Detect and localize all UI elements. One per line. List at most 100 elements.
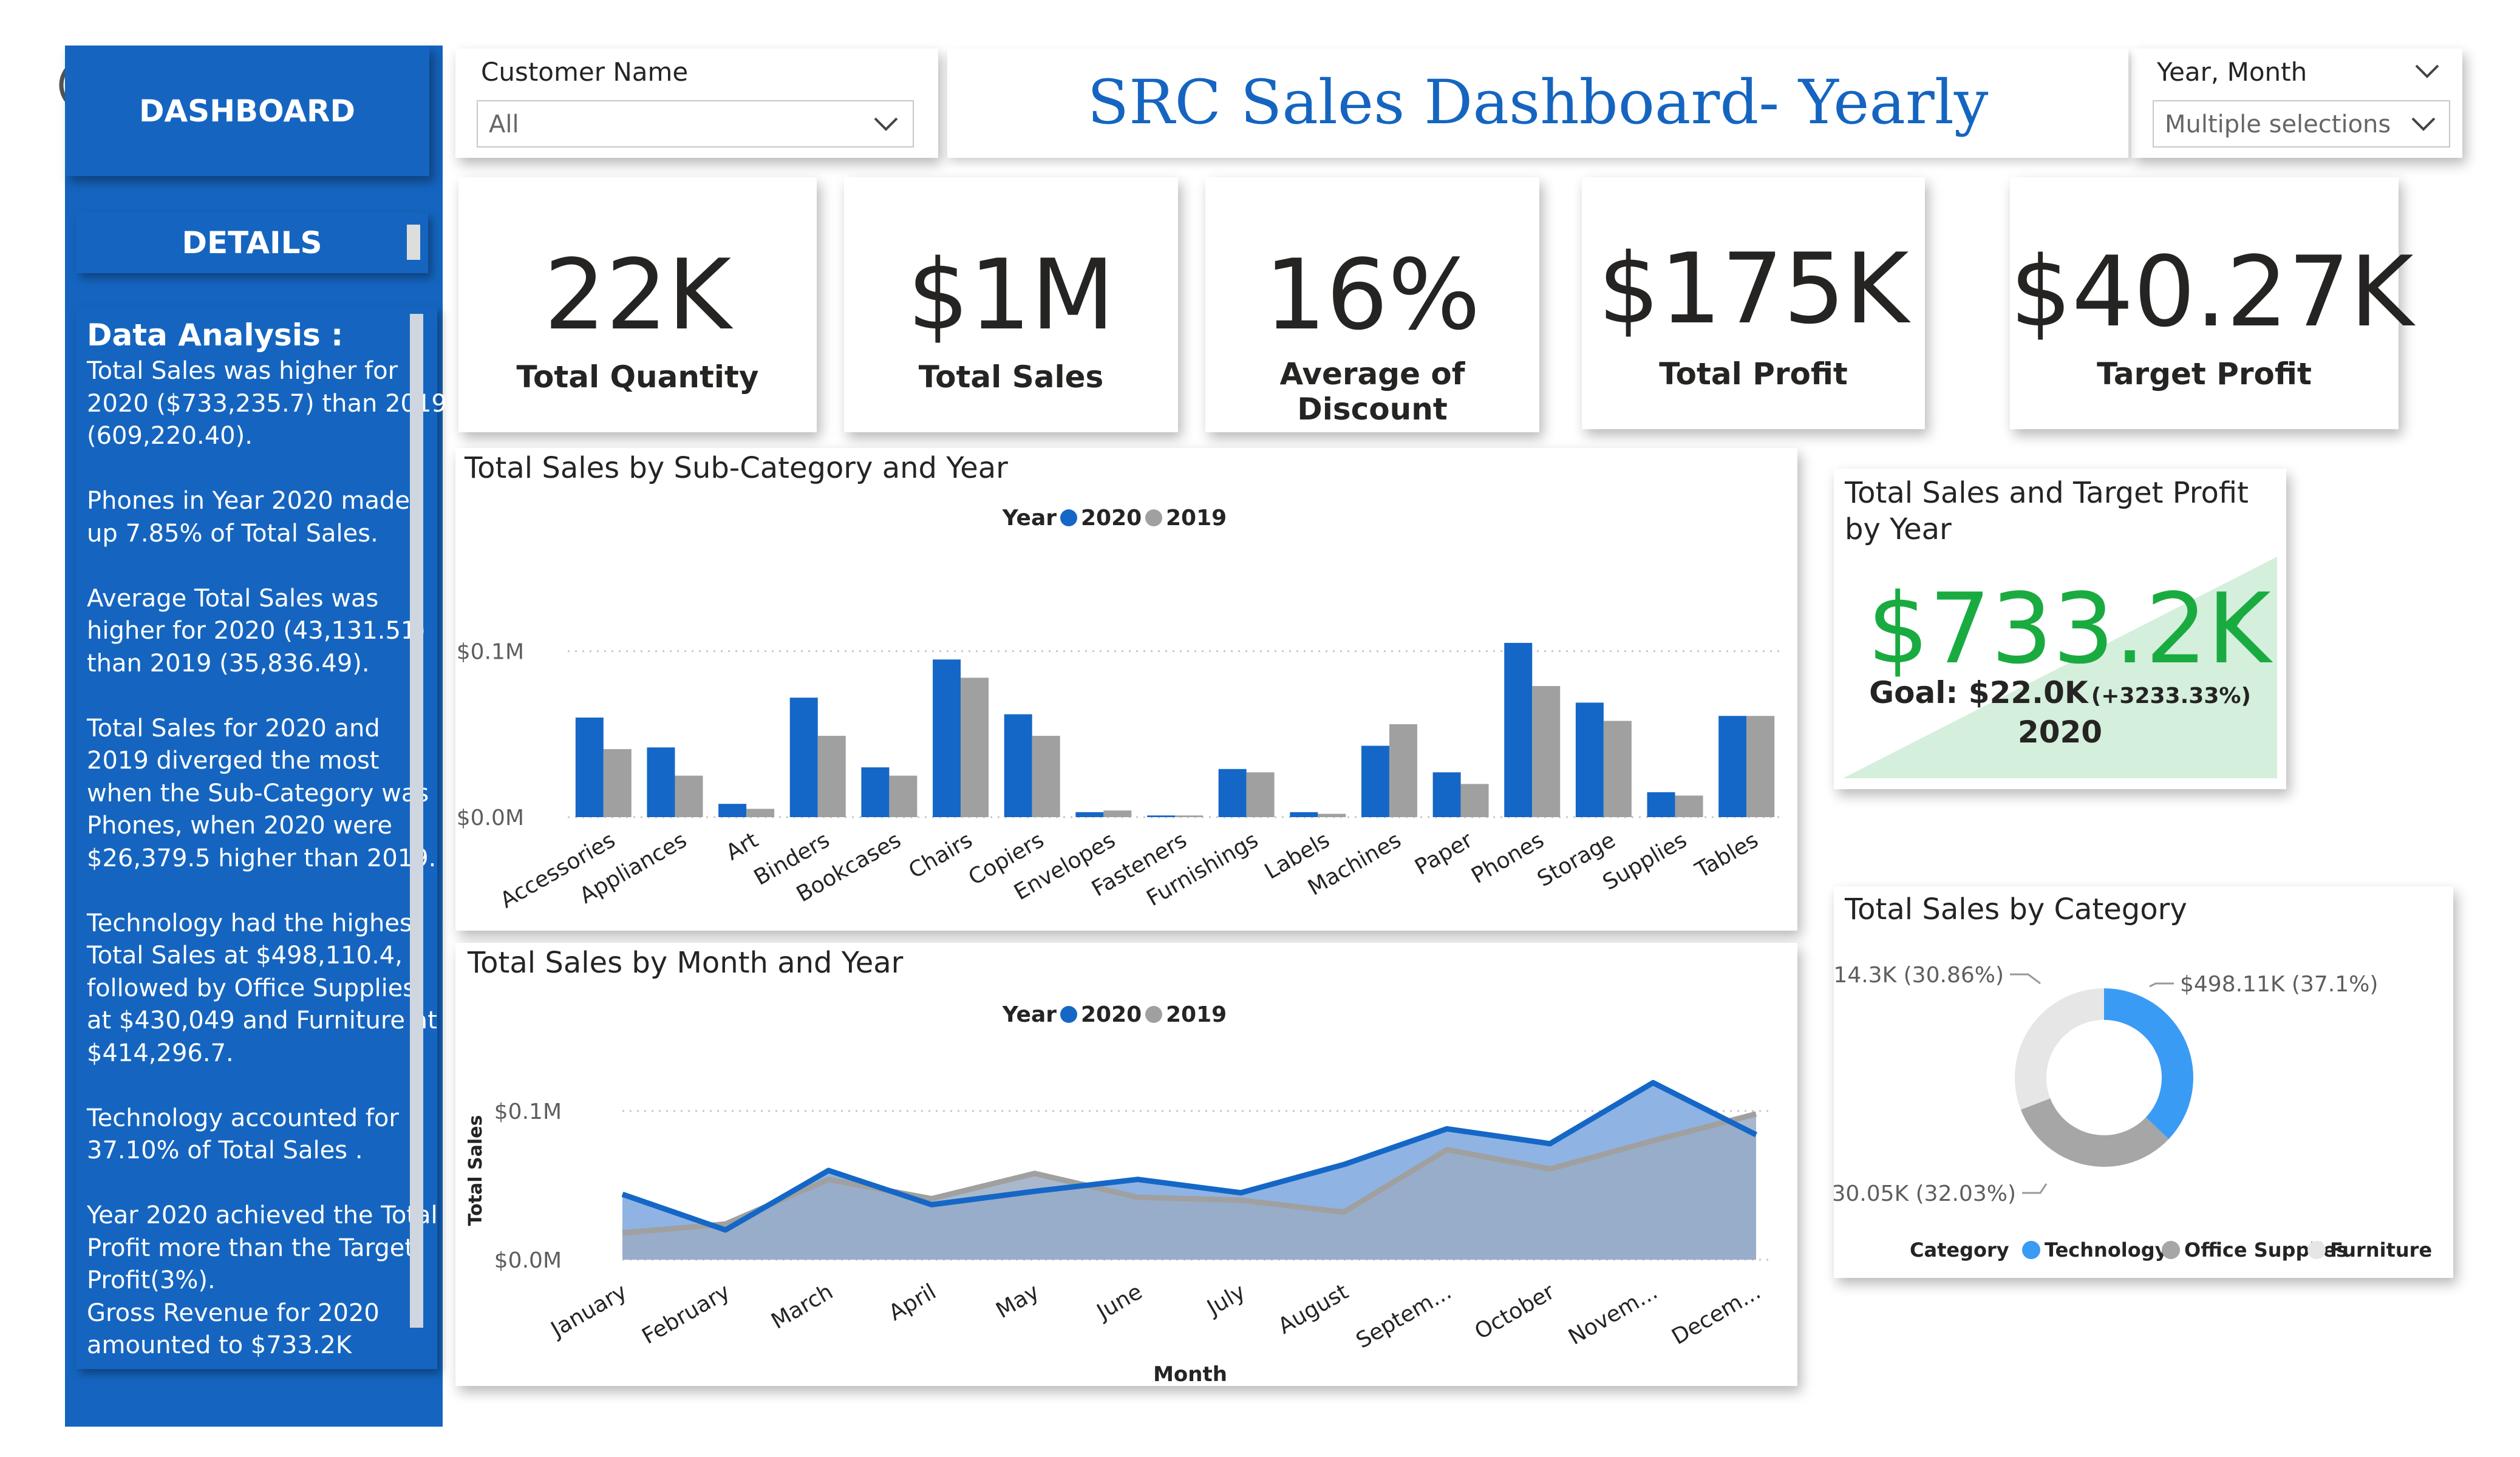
gauge-goal-text: Goal: $22.0K [1869,675,2088,710]
analysis-line: up 7.85% of Total Sales. [87,519,378,548]
x-tick-label: January [546,1279,631,1343]
analysis-text: Total Sales was higher for 2020 ($733,235… [87,355,447,1362]
bar-2019 [1603,721,1632,817]
x-tick-label: August [1274,1279,1353,1339]
analysis-line: 37.10% of Total Sales . [87,1136,363,1164]
y-tick-label: $0.1M [457,640,524,665]
bar-2019 [1246,772,1275,817]
legend-marker [2307,1241,2326,1259]
analysis-line [87,453,418,486]
bar-2019 [603,749,632,817]
bar-2019 [1032,736,1060,817]
legend-label: 2019 [1166,506,1227,531]
analysis-line: Technology had the highest [87,909,422,937]
y-tick-label: $0.1M [494,1099,562,1124]
bar-2019 [1675,795,1703,817]
bar-2020 [1361,745,1389,817]
x-tick-label: October [1471,1279,1559,1345]
leader-line [2149,982,2174,988]
legend-title: Category [1910,1238,2009,1262]
nav-dashboard-label: DASHBOARD [138,93,356,129]
gauge-goal: Goal: $22.0K (+3233.33%) [1834,675,2286,710]
x-tick-label: April [885,1279,941,1326]
bar-2019 [675,775,703,817]
y-tick-label: $0.0M [494,1248,562,1273]
nav-details-button[interactable]: DETAILS [76,212,428,273]
analysis-line: Phones, when 2020 were [87,812,392,840]
x-tick-label: Paper [1411,827,1477,880]
analysis-panel: Data Analysis : Total Sales was higher f… [76,307,447,1369]
analysis-line: $26,379.5 higher than 2019. [87,844,437,872]
analysis-line: Total Sales for 2020 and [87,714,380,742]
gauge-year: 2020 [2017,715,2103,750]
analysis-scrollbar[interactable] [410,314,423,1328]
subcategory-chart-card: Total Sales by Sub-Category and Year Yea… [455,448,1797,931]
customer-filter-value: All [489,110,519,138]
bar-2019 [1460,784,1489,817]
bar-2019 [746,809,775,817]
analysis-line [87,680,418,713]
legend-label: 2020 [1081,506,1142,531]
kpi-card-discount: 16% Average of Discount [1205,177,1539,432]
yearmonth-filter-value: Multiple selections [2165,110,2391,138]
gauge-value: $733.2K [1867,572,2271,685]
chevron-down-icon [2410,115,2437,135]
analysis-line: at $430,049 and Furniture at [87,1007,437,1034]
kpi-card-profit: $175K Total Profit [1582,177,1925,429]
analysis-line: higher for 2020 (43,131.51) [87,617,426,645]
legend-marker [1060,509,1077,526]
analysis-line: 2020 ($733,235.7) than 2019 [87,389,447,418]
kpi-value: $40.27K [2010,235,2414,348]
bar-2020 [1075,812,1104,817]
bar-2020 [861,767,890,817]
bar-2019 [1389,724,1417,817]
legend-label: 2019 [1166,1002,1227,1027]
kpi-value: 16% [1264,238,1480,352]
analysis-line [87,875,418,908]
bar-2019 [1532,686,1561,817]
customer-filter-label: Customer Name [481,57,689,87]
analysis-title: Data Analysis : [87,318,344,353]
bar-2020 [1147,815,1175,817]
kpi-label: Total Quantity [516,359,759,395]
donut-slice-furniture [2015,988,2104,1110]
analysis-line: Total Sales at $498,110.4, [87,942,403,970]
kpi-card-target-profit: $40.27K Target Profit [2010,177,2414,429]
customer-filter-dropdown[interactable]: All [477,100,914,148]
bar-2019 [1746,716,1775,817]
analysis-line: 2019 diverged the most [87,747,380,775]
donut-slice-office-supplies [2020,1098,2169,1167]
yearmonth-filter-dropdown[interactable]: Multiple selections [2153,100,2450,148]
bar-2020 [1004,714,1032,817]
legend-marker [2022,1241,2040,1259]
yearmonth-filter: Year, Month Multiple selections [2131,49,2462,158]
legend-marker [1060,1006,1077,1023]
analysis-line: Gross Revenue for 2020 [87,1299,380,1327]
analysis-line: Total Sales was higher for [87,357,398,385]
category-donut-chart: $498.11K (37.1%) $430.05K (32.03%) $414.3K… [1834,963,2432,1262]
title-banner: SRC Sales Dashboard- Yearly [947,49,2128,158]
legend-label: 2020 [1081,1002,1142,1027]
analysis-line: $414,296.7. [87,1039,234,1067]
nav-details-scrollbar[interactable] [407,225,420,260]
nav-dashboard-button[interactable]: DASHBOARD [65,46,429,176]
chevron-down-icon[interactable] [2414,62,2440,83]
x-tick-label: Decem... [1667,1279,1765,1350]
data-label: $430.05K (32.03%) [1834,1181,2016,1206]
bar-2019 [889,775,918,817]
legend-title: Year [1002,506,1057,531]
bar-2020 [789,698,818,817]
analysis-line: than 2019 (35,836.49). [87,649,370,678]
data-label: $498.11K (37.1%) [2180,972,2378,997]
x-axis-label: Month [1153,1362,1227,1386]
x-tick-label: Art [722,827,763,865]
legend-title: Year [1002,1002,1057,1027]
bar-2020 [933,659,961,817]
kpi-label: Total Sales [918,359,1104,395]
gauge-goal-pct: (+3233.33%) [2091,684,2251,708]
month-chart-card: Total Sales by Month and Year Year 2020 20… [455,943,1797,1386]
bar-2020 [1218,769,1247,817]
bar-2020 [1432,772,1461,817]
bar-2019 [1175,815,1203,817]
bar-2019 [1103,810,1132,817]
